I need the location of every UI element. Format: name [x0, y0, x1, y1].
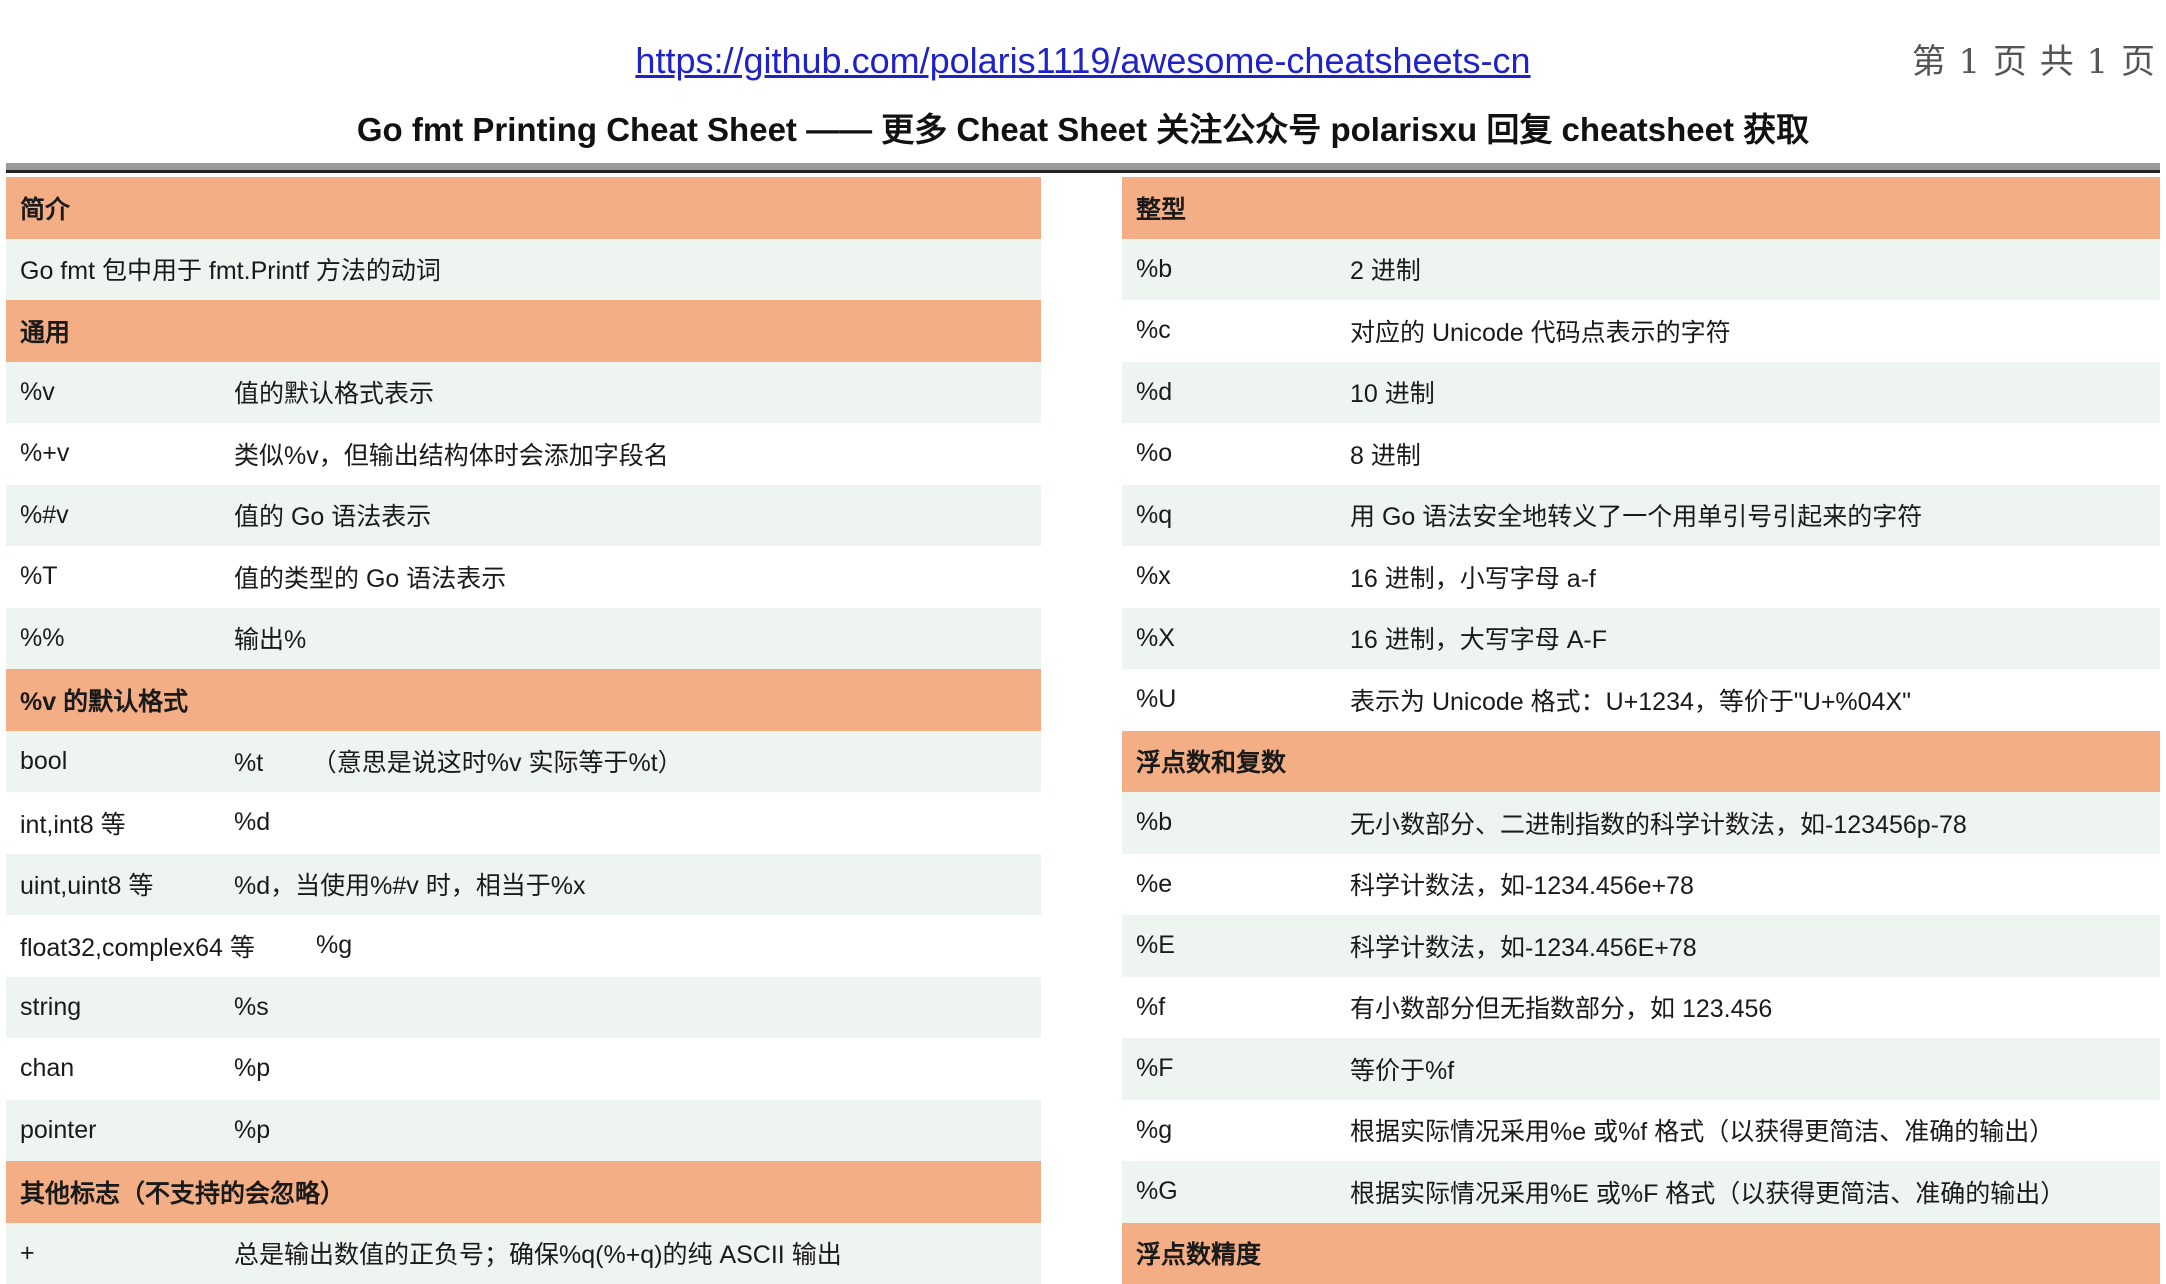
table-row: +总是输出数值的正负号；确保%q(%+q)的纯 ASCII 输出	[6, 1223, 1041, 1284]
verb-desc: 值的类型的 Go 语法表示	[234, 559, 1041, 595]
verb-key: %f	[1122, 993, 1350, 1022]
section-header-integer: 整型	[1122, 177, 2160, 239]
verb-desc: 用 Go 语法安全地转义了一个用单引号引起来的字符	[1350, 497, 2160, 533]
table-row: %f有小数部分但无指数部分，如 123.456	[1122, 977, 2160, 1039]
verb-key: %q	[1122, 501, 1350, 530]
verb-key: %%	[6, 624, 234, 653]
left-column: 简介 Go fmt 包中用于 fmt.Printf 方法的动词 通用 %v值的默…	[6, 177, 1041, 1284]
verb-desc: 10 进制	[1350, 374, 2160, 410]
table-row: chan%p	[6, 1038, 1041, 1100]
verb-desc: 对应的 Unicode 代码点表示的字符	[1350, 313, 2160, 349]
type-key: chan	[6, 1054, 234, 1083]
table-row: %U表示为 Unicode 格式：U+1234，等价于"U+%04X"	[1122, 669, 2160, 731]
table-row: %x16 进制，小写字母 a-f	[1122, 546, 2160, 608]
type-verb: %p	[234, 1054, 1041, 1083]
table-row: %G根据实际情况采用%E 或%F 格式（以获得更简洁、准确的输出）	[1122, 1161, 2160, 1223]
verb-key: %T	[6, 562, 234, 591]
verb-desc: 8 进制	[1350, 436, 2160, 472]
intro-text: Go fmt 包中用于 fmt.Printf 方法的动词	[6, 239, 1041, 301]
verb-desc: 值的默认格式表示	[234, 374, 1041, 410]
table-row: %X16 进制，大写字母 A-F	[1122, 608, 2160, 670]
cheatsheet-page: https://github.com/polaris1119/awesome-c…	[0, 0, 2166, 1258]
repo-link[interactable]: https://github.com/polaris1119/awesome-c…	[0, 40, 2166, 82]
table-row: string%s	[6, 977, 1041, 1039]
type-key: string	[6, 993, 234, 1022]
type-key: int,int8 等	[6, 805, 234, 841]
type-verb: %p	[234, 1116, 1041, 1145]
verb-desc: 表示为 Unicode 格式：U+1234，等价于"U+%04X"	[1350, 682, 2160, 718]
verb-key: %c	[1122, 316, 1350, 345]
verb-desc: 等价于%f	[1350, 1051, 2160, 1087]
table-row: %#v值的 Go 语法表示	[6, 485, 1041, 547]
verb-desc: 输出%	[234, 620, 1041, 656]
table-row: %e科学计数法，如-1234.456e+78	[1122, 854, 2160, 916]
verb-desc: 16 进制，大写字母 A-F	[1350, 620, 2160, 656]
verb-key: %e	[1122, 870, 1350, 899]
verb-desc: 2 进制	[1350, 251, 2160, 287]
table-row: %d10 进制	[1122, 362, 2160, 424]
verb-key: %U	[1122, 685, 1350, 714]
table-row: %c对应的 Unicode 代码点表示的字符	[1122, 300, 2160, 362]
table-row: %o8 进制	[1122, 423, 2160, 485]
section-header-float: 浮点数和复数	[1122, 731, 2160, 793]
table-row: %b2 进制	[1122, 239, 2160, 301]
type-verb: %t （意思是说这时%v 实际等于%t）	[234, 743, 1041, 779]
verb-key: %#v	[6, 501, 234, 530]
type-key: pointer	[6, 1116, 234, 1145]
verb-desc: 类似%v，但输出结构体时会添加字段名	[234, 436, 1041, 472]
verb-key: %E	[1122, 931, 1350, 960]
table-row: %g根据实际情况采用%e 或%f 格式（以获得更简洁、准确的输出）	[1122, 1100, 2160, 1162]
right-column: 整型 %b2 进制 %c对应的 Unicode 代码点表示的字符 %d10 进制…	[1122, 177, 2160, 1284]
type-key: float32,complex64 等	[6, 928, 316, 964]
flag-desc: 总是输出数值的正负号；确保%q(%+q)的纯 ASCII 输出	[234, 1235, 1041, 1271]
type-verb: %d，当使用%#v 时，相当于%x	[234, 866, 1041, 902]
table-row: %b无小数部分、二进制指数的科学计数法，如-123456p-78	[1122, 792, 2160, 854]
table-row: bool%t （意思是说这时%v 实际等于%t）	[6, 731, 1041, 793]
verb-key: %o	[1122, 439, 1350, 468]
table-row: %E科学计数法，如-1234.456E+78	[1122, 915, 2160, 977]
verb-key: %X	[1122, 624, 1350, 653]
type-key: bool	[6, 747, 234, 776]
table-row: %%输出%	[6, 608, 1041, 670]
table-row: pointer%p	[6, 1100, 1041, 1162]
flag-key: +	[6, 1239, 234, 1268]
header-divider	[6, 163, 2160, 173]
verb-desc: 科学计数法，如-1234.456e+78	[1350, 866, 2160, 902]
table-row: %T值的类型的 Go 语法表示	[6, 546, 1041, 608]
verb-desc: 有小数部分但无指数部分，如 123.456	[1350, 989, 2160, 1025]
type-verb: %d	[234, 808, 1041, 837]
table-row: uint,uint8 等%d，当使用%#v 时，相当于%x	[6, 854, 1041, 916]
verb-key: %b	[1122, 808, 1350, 837]
section-header-float-precision: 浮点数精度	[1122, 1223, 2160, 1284]
table-row: int,int8 等%d	[6, 792, 1041, 854]
type-verb: %s	[234, 993, 1041, 1022]
verb-desc: 科学计数法，如-1234.456E+78	[1350, 928, 2160, 964]
verb-desc: 无小数部分、二进制指数的科学计数法，如-123456p-78	[1350, 805, 2160, 841]
page-title: Go fmt Printing Cheat Sheet —— 更多 Cheat …	[0, 103, 2166, 151]
type-verb: %g	[316, 931, 1041, 960]
section-header-intro: 简介	[6, 177, 1041, 239]
verb-key: %v	[6, 378, 234, 407]
table-row: float32,complex64 等%g	[6, 915, 1041, 977]
verb-key: %g	[1122, 1116, 1350, 1145]
section-header-other-flags: 其他标志（不支持的会忽略）	[6, 1161, 1041, 1223]
verb-desc: 16 进制，小写字母 a-f	[1350, 559, 2160, 595]
verb-key: %d	[1122, 378, 1350, 407]
section-header-defaults: %v 的默认格式	[6, 669, 1041, 731]
verb-key: %G	[1122, 1177, 1350, 1206]
page-indicator: 第 1 页 共 1 页	[1912, 34, 2156, 83]
type-key: uint,uint8 等	[6, 866, 234, 902]
table-row: %F等价于%f	[1122, 1038, 2160, 1100]
verb-key: %x	[1122, 562, 1350, 591]
table-row: %+v类似%v，但输出结构体时会添加字段名	[6, 423, 1041, 485]
table-row: %q用 Go 语法安全地转义了一个用单引号引起来的字符	[1122, 485, 2160, 547]
verb-desc: 根据实际情况采用%E 或%F 格式（以获得更简洁、准确的输出）	[1350, 1174, 2160, 1210]
verb-desc: 值的 Go 语法表示	[234, 497, 1041, 533]
verb-key: %b	[1122, 255, 1350, 284]
verb-desc: 根据实际情况采用%e 或%f 格式（以获得更简洁、准确的输出）	[1350, 1112, 2160, 1148]
verb-key: %+v	[6, 439, 234, 468]
table-row: %v值的默认格式表示	[6, 362, 1041, 424]
section-header-general: 通用	[6, 300, 1041, 362]
verb-key: %F	[1122, 1054, 1350, 1083]
